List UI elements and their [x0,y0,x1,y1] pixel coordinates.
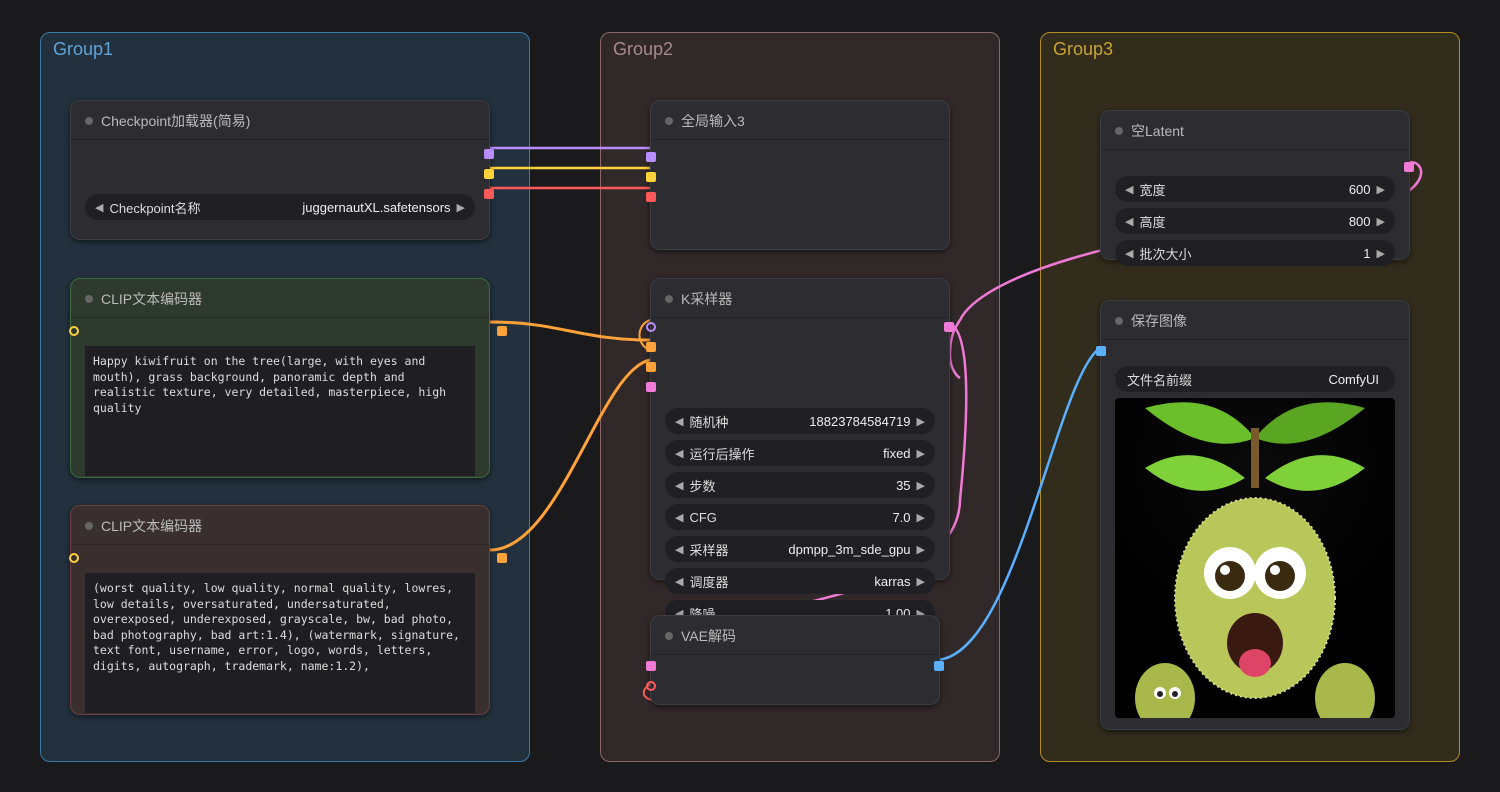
positive-prompt-input[interactable] [85,346,475,476]
node-dot-icon [1115,127,1123,135]
node-dot-icon [665,632,673,640]
width-widget[interactable]: ◀宽度600▶ [1115,176,1395,202]
negative-prompt-input[interactable] [85,573,475,713]
node-checkpoint-loader[interactable]: Checkpoint加载器(简易) ◀ Checkpoint名称 juggern… [70,100,490,240]
node-save-image[interactable]: 保存图像 文件名前缀 ComfyUI [1100,300,1410,730]
node-title: Checkpoint加载器(简易) [101,111,250,131]
port-out-clip[interactable] [484,169,494,179]
checkpoint-name-widget[interactable]: ◀ Checkpoint名称 juggernautXL.safetensors … [85,194,475,220]
port-in-clip[interactable] [646,172,656,182]
port-in-latent[interactable] [646,382,656,392]
port-out-model[interactable] [484,149,494,159]
port-in-samples[interactable] [646,661,656,671]
chevron-right-icon: ▶ [457,201,465,214]
port-out-image[interactable] [934,661,944,671]
node-dot-icon [1115,317,1123,325]
node-dot-icon [85,295,93,303]
node-title: 全局输入3 [681,111,745,131]
port-in-vae[interactable] [646,192,656,202]
height-widget[interactable]: ◀高度800▶ [1115,208,1395,234]
port-out-latent[interactable] [1404,162,1414,172]
node-empty-latent[interactable]: 空Latent ◀宽度600▶ ◀高度800▶ ◀批次大小1▶ [1100,110,1410,260]
scheduler-widget[interactable]: ◀调度器karras▶ [665,568,935,594]
node-global-input[interactable]: 全局输入3 [650,100,950,250]
port-in-model[interactable] [646,152,656,162]
port-in-clip[interactable] [69,553,79,563]
port-in-model[interactable] [646,322,656,332]
group-3-label: Group3 [1053,39,1113,60]
node-dot-icon [85,522,93,530]
node-title: CLIP文本编码器 [101,516,202,536]
cfg-widget[interactable]: ◀CFG7.0▶ [665,504,935,530]
node-title: 保存图像 [1131,311,1187,331]
port-out-vae[interactable] [484,189,494,199]
steps-widget[interactable]: ◀步数35▶ [665,472,935,498]
node-title: CLIP文本编码器 [101,289,202,309]
preview-illustration-icon [1135,398,1375,718]
group-2-label: Group2 [613,39,673,60]
node-dot-icon [665,295,673,303]
node-clip-negative[interactable]: CLIP文本编码器 [70,505,490,715]
filename-prefix-widget[interactable]: 文件名前缀 ComfyUI [1115,366,1395,392]
sampler-widget[interactable]: ◀采样器dpmpp_3m_sde_gpu▶ [665,536,935,562]
port-in-positive[interactable] [646,342,656,352]
port-out-conditioning[interactable] [497,326,507,336]
chevron-left-icon: ◀ [95,201,103,214]
port-in-vae[interactable] [646,681,656,691]
port-out-conditioning[interactable] [497,553,507,563]
node-title: VAE解码 [681,626,736,646]
batch-widget[interactable]: ◀批次大小1▶ [1115,240,1395,266]
port-in-clip[interactable] [69,326,79,336]
node-clip-positive[interactable]: CLIP文本编码器 [70,278,490,478]
node-dot-icon [85,117,93,125]
port-out-latent[interactable] [944,322,954,332]
node-title: 空Latent [1131,121,1184,141]
group-1-label: Group1 [53,39,113,60]
node-ksampler[interactable]: K采样器 ◀随机种18823784584719▶ ◀运行后操作fixed▶ ◀步… [650,278,950,580]
port-in-negative[interactable] [646,362,656,372]
after-generate-widget[interactable]: ◀运行后操作fixed▶ [665,440,935,466]
port-in-images[interactable] [1096,346,1106,356]
seed-widget[interactable]: ◀随机种18823784584719▶ [665,408,935,434]
output-preview[interactable] [1115,398,1395,718]
checkpoint-name-value: juggernautXL.safetensors [302,200,456,215]
checkpoint-name-label: Checkpoint名称 [103,198,200,217]
node-title: K采样器 [681,289,732,309]
node-canvas[interactable]: Group1 Group2 Group3 Checkpoint加载器(简易) [0,0,1500,792]
node-dot-icon [665,117,673,125]
node-vae-decode[interactable]: VAE解码 [650,615,940,705]
